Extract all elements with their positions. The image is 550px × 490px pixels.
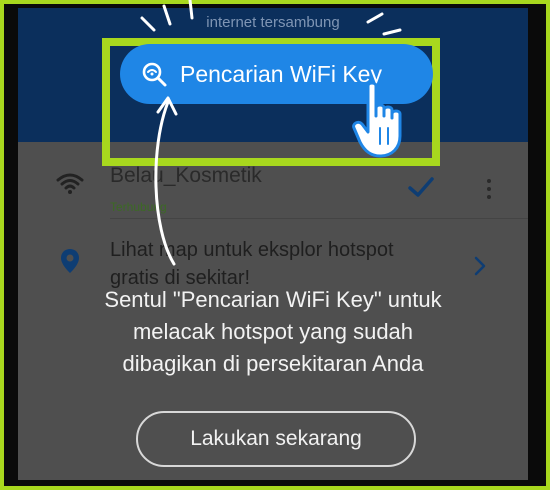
feature-tip-text: Sentul "Pencarian WiFi Key" untuk melaca… bbox=[18, 284, 528, 380]
check-icon bbox=[408, 177, 434, 197]
wifi-icon bbox=[56, 173, 84, 194]
tip-line: melacak hotspot yang sudah bbox=[132, 319, 414, 344]
search-icon bbox=[142, 62, 167, 87]
do-it-now-button[interactable]: Lakukan sekarang bbox=[136, 411, 416, 467]
hand-pointer-icon bbox=[352, 81, 402, 158]
more-icon[interactable] bbox=[486, 178, 492, 200]
curved-arrow-icon bbox=[154, 96, 178, 266]
tip-line: dibagikan di persekitaran Anda bbox=[122, 351, 424, 376]
tip-line: Sentul "Pencarian WiFi Key" untuk bbox=[104, 287, 442, 312]
location-pin-icon bbox=[61, 249, 79, 273]
chevron-right-icon bbox=[474, 256, 486, 276]
